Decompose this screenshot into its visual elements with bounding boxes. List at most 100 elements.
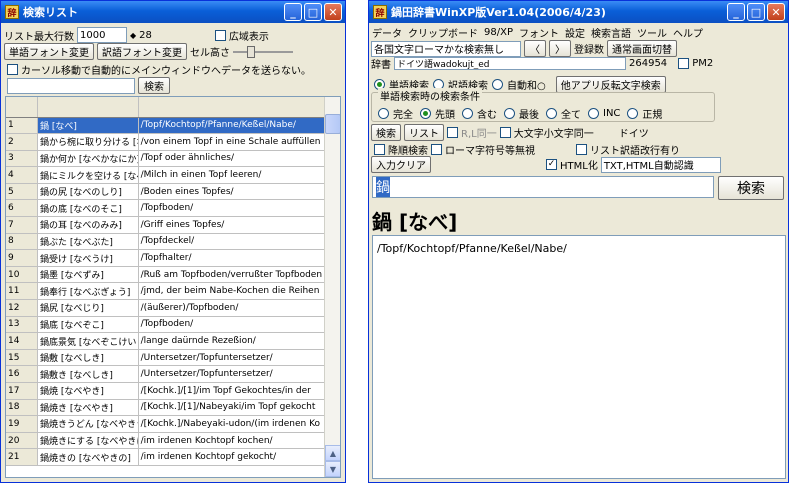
query-text: 鍋 bbox=[376, 177, 390, 197]
menu-item[interactable]: 設定 bbox=[565, 25, 585, 40]
table-row[interactable]: 13 鍋底 [なべぞこ]/Topfboden/ bbox=[6, 316, 340, 334]
menu-item[interactable]: フォント bbox=[519, 25, 559, 40]
pm2-checkbox[interactable] bbox=[678, 58, 690, 69]
scrollbar-thumb[interactable] bbox=[325, 114, 340, 134]
max-rows-label: リスト最大行数 bbox=[4, 31, 74, 43]
cell-height-slider[interactable] bbox=[233, 45, 293, 58]
condition-radio[interactable] bbox=[588, 108, 599, 119]
table-row[interactable]: 18 鍋焼き [なべやき]/[Kochk.]/[1]/Nabeyaki/im To… bbox=[6, 399, 340, 417]
scroll-down-icon[interactable]: ▼ bbox=[325, 461, 340, 477]
row-word: 鍋にミルクを空ける [なべ bbox=[37, 166, 139, 184]
case-checkbox[interactable] bbox=[499, 127, 511, 138]
condition-radio[interactable] bbox=[546, 108, 557, 119]
table-row[interactable]: 1鍋 [なべ]/Topf/Kochtopf/Pfanne/Keßel/Nabe/ bbox=[6, 117, 340, 135]
condition-radio[interactable] bbox=[462, 108, 473, 119]
table-scrollbar[interactable]: ▲ ▼ bbox=[324, 97, 340, 477]
table-row[interactable]: 15 鍋敷 [なべしき]/Untersetzer/Topfuntersetzer/ bbox=[6, 349, 340, 367]
translation-text: /Topf/Kochtopf/Pfanne/Keßel/Nabe/ bbox=[377, 242, 567, 255]
pm2-label: PM2 bbox=[692, 58, 714, 69]
table-row[interactable]: 2 鍋から椀に取り分ける [な/von einem Topf in eine Sc… bbox=[6, 133, 340, 151]
table-row[interactable]: 16 鍋敷き [なべしき]/Untersetzer/Topfuntersetzer… bbox=[6, 365, 340, 383]
row-translation: /Topf oder ähnliches/ bbox=[138, 150, 340, 168]
roma-checkbox[interactable] bbox=[431, 144, 442, 155]
dictionary-title: 鍋田辞書WinXP版Ver1.04(2006/4/23) bbox=[391, 6, 606, 19]
list-search-button[interactable]: 検索 bbox=[138, 77, 170, 94]
table-row[interactable]: 10 鍋墨 [なべずみ]/Ruß am Topfboden/verrußter T… bbox=[6, 266, 340, 284]
table-row[interactable]: 7 鍋の耳 [なべのみみ]/Griff eines Topfes/ bbox=[6, 216, 340, 234]
table-row[interactable]: 3 鍋か何か [なべかなにか]/Topf oder ähnliches/ bbox=[6, 150, 340, 168]
menu-item[interactable]: ヘルプ bbox=[673, 25, 703, 40]
close-icon[interactable]: ✕ bbox=[324, 3, 342, 21]
prev-button[interactable]: 〈 bbox=[524, 40, 546, 57]
table-row[interactable]: 5 鍋の尻 [なべのしり]/Boden eines Topfes/ bbox=[6, 183, 340, 201]
rl-same-checkbox[interactable] bbox=[447, 127, 458, 138]
input-clear-button[interactable]: 入力クリア bbox=[371, 156, 431, 173]
table-row[interactable]: 19 鍋焼きうどん [なべやきう/[Kochk.]/Nabeyaki-udon/(… bbox=[6, 415, 340, 433]
word-font-button[interactable]: 単語フォント変更 bbox=[4, 43, 94, 60]
table-row[interactable]: 9 鍋受け [なべうけ]/Topfhalter/ bbox=[6, 249, 340, 267]
trans-font-button[interactable]: 訳語フォント変更 bbox=[97, 43, 187, 60]
row-number: 6 bbox=[6, 199, 38, 218]
menu-item[interactable]: 98/XP bbox=[484, 27, 513, 38]
table-row[interactable]: 4 鍋にミルクを空ける [なべ/Milch in einen Topf leere… bbox=[6, 166, 340, 184]
query-input[interactable]: 鍋 bbox=[372, 176, 714, 198]
maximize-icon[interactable]: □ bbox=[747, 3, 765, 21]
dict-select[interactable]: ドイツ語wadokujt_ed bbox=[394, 57, 626, 70]
translation-box[interactable]: /Topf/Kochtopf/Pfanne/Keßel/Nabe/ bbox=[372, 235, 786, 479]
search-list-titlebar[interactable]: 辞 検索リスト _ □ ✕ bbox=[1, 1, 345, 23]
menu-item[interactable]: データ bbox=[372, 25, 402, 40]
search-result-table: 1鍋 [なべ]/Topf/Kochtopf/Pfanne/Keßel/Nabe/… bbox=[5, 96, 341, 478]
condition-label: 含む bbox=[477, 110, 497, 121]
search-button[interactable]: 検索 bbox=[371, 124, 401, 141]
table-row[interactable]: 8 鍋ぶた [なべぶた]/Topfdeckel/ bbox=[6, 233, 340, 251]
normal-switch-button[interactable]: 通常画面切替 bbox=[607, 40, 677, 57]
row-number: 1 bbox=[6, 117, 38, 135]
menu-item[interactable]: クリップボード bbox=[408, 25, 478, 40]
minimize-icon[interactable]: _ bbox=[727, 3, 745, 21]
list-newline-checkbox[interactable] bbox=[576, 144, 587, 155]
row-word: 鍋焼きの [なべやきの] bbox=[37, 448, 139, 466]
close-icon[interactable]: ✕ bbox=[767, 3, 785, 21]
slider-thumb[interactable] bbox=[247, 45, 255, 58]
html-checkbox[interactable]: ✓ bbox=[546, 159, 557, 170]
row-number: 17 bbox=[6, 382, 38, 400]
row-word: 鍋から椀に取り分ける [な bbox=[37, 133, 139, 151]
condition-radio[interactable] bbox=[378, 108, 389, 119]
reverse-search-button[interactable]: 他アプリ反転文字検索 bbox=[555, 76, 666, 93]
menu-item[interactable]: ツール bbox=[637, 25, 667, 40]
menu-item[interactable]: 検索言語 bbox=[591, 25, 631, 40]
html-select[interactable]: TXT,HTML自動認識 bbox=[600, 156, 721, 173]
table-row[interactable]: 21 鍋焼きの [なべやきの]/im irdenen Kochtopf gekoc… bbox=[6, 448, 340, 466]
table-row[interactable]: 14 鍋底景気 [なべぞこけい/lange daürnde Rezeßion/ bbox=[6, 332, 340, 350]
table-row[interactable]: 11 鍋奉行 [なべぶぎょう]/jmd, der beim Nabe-Kochen… bbox=[6, 282, 340, 301]
condition-radio[interactable] bbox=[627, 108, 639, 119]
wide-display-checkbox[interactable] bbox=[214, 29, 226, 41]
main-search-button[interactable]: 検索 bbox=[718, 176, 784, 200]
conversion-select[interactable]: 各国文字ローマかな検索無し bbox=[371, 40, 521, 57]
max-rows-spinner[interactable]: ◆ bbox=[130, 31, 136, 40]
dictionary-titlebar[interactable]: 辞 鍋田辞書WinXP版Ver1.04(2006/4/23) _ □ ✕ bbox=[369, 1, 788, 23]
no-send-checkbox[interactable] bbox=[7, 64, 18, 75]
condition-radio[interactable] bbox=[504, 108, 515, 119]
row-translation: /Topfhalter/ bbox=[138, 249, 340, 267]
table-row[interactable]: 6 鍋の底 [なべのそこ]/Topfboden/ bbox=[6, 199, 340, 218]
max-rows-input[interactable]: 1000 bbox=[77, 27, 127, 43]
table-row[interactable]: 20 鍋焼きにする [なべやきに/im irdenen Kochtopf koch… bbox=[6, 432, 340, 450]
scroll-up-icon[interactable]: ▲ bbox=[325, 445, 340, 461]
auto-search-radio[interactable] bbox=[492, 79, 503, 90]
list-button[interactable]: リスト bbox=[404, 124, 444, 141]
list-search-input[interactable] bbox=[7, 77, 135, 94]
minimize-icon[interactable]: _ bbox=[284, 3, 302, 21]
desc-search-checkbox[interactable] bbox=[374, 144, 385, 155]
table-row[interactable]: 17 鍋焼 [なべやき]/[Kochk.]/[1]/im Topf Gekocht… bbox=[6, 382, 340, 400]
row-number: 9 bbox=[6, 249, 38, 267]
maximize-icon[interactable]: □ bbox=[304, 3, 322, 21]
app-icon: 辞 bbox=[5, 5, 19, 19]
condition-radio[interactable] bbox=[420, 108, 431, 119]
row-number: 12 bbox=[6, 299, 38, 317]
next-button[interactable]: 〉 bbox=[549, 40, 571, 57]
row-word: 鍋の底 [なべのそこ] bbox=[37, 199, 139, 218]
condition-label: 全て bbox=[561, 110, 581, 121]
row-number: 13 bbox=[6, 316, 38, 334]
table-row[interactable]: 12 鍋尻 [なべじり]/(äußerer)/Topfboden/ bbox=[6, 299, 340, 317]
